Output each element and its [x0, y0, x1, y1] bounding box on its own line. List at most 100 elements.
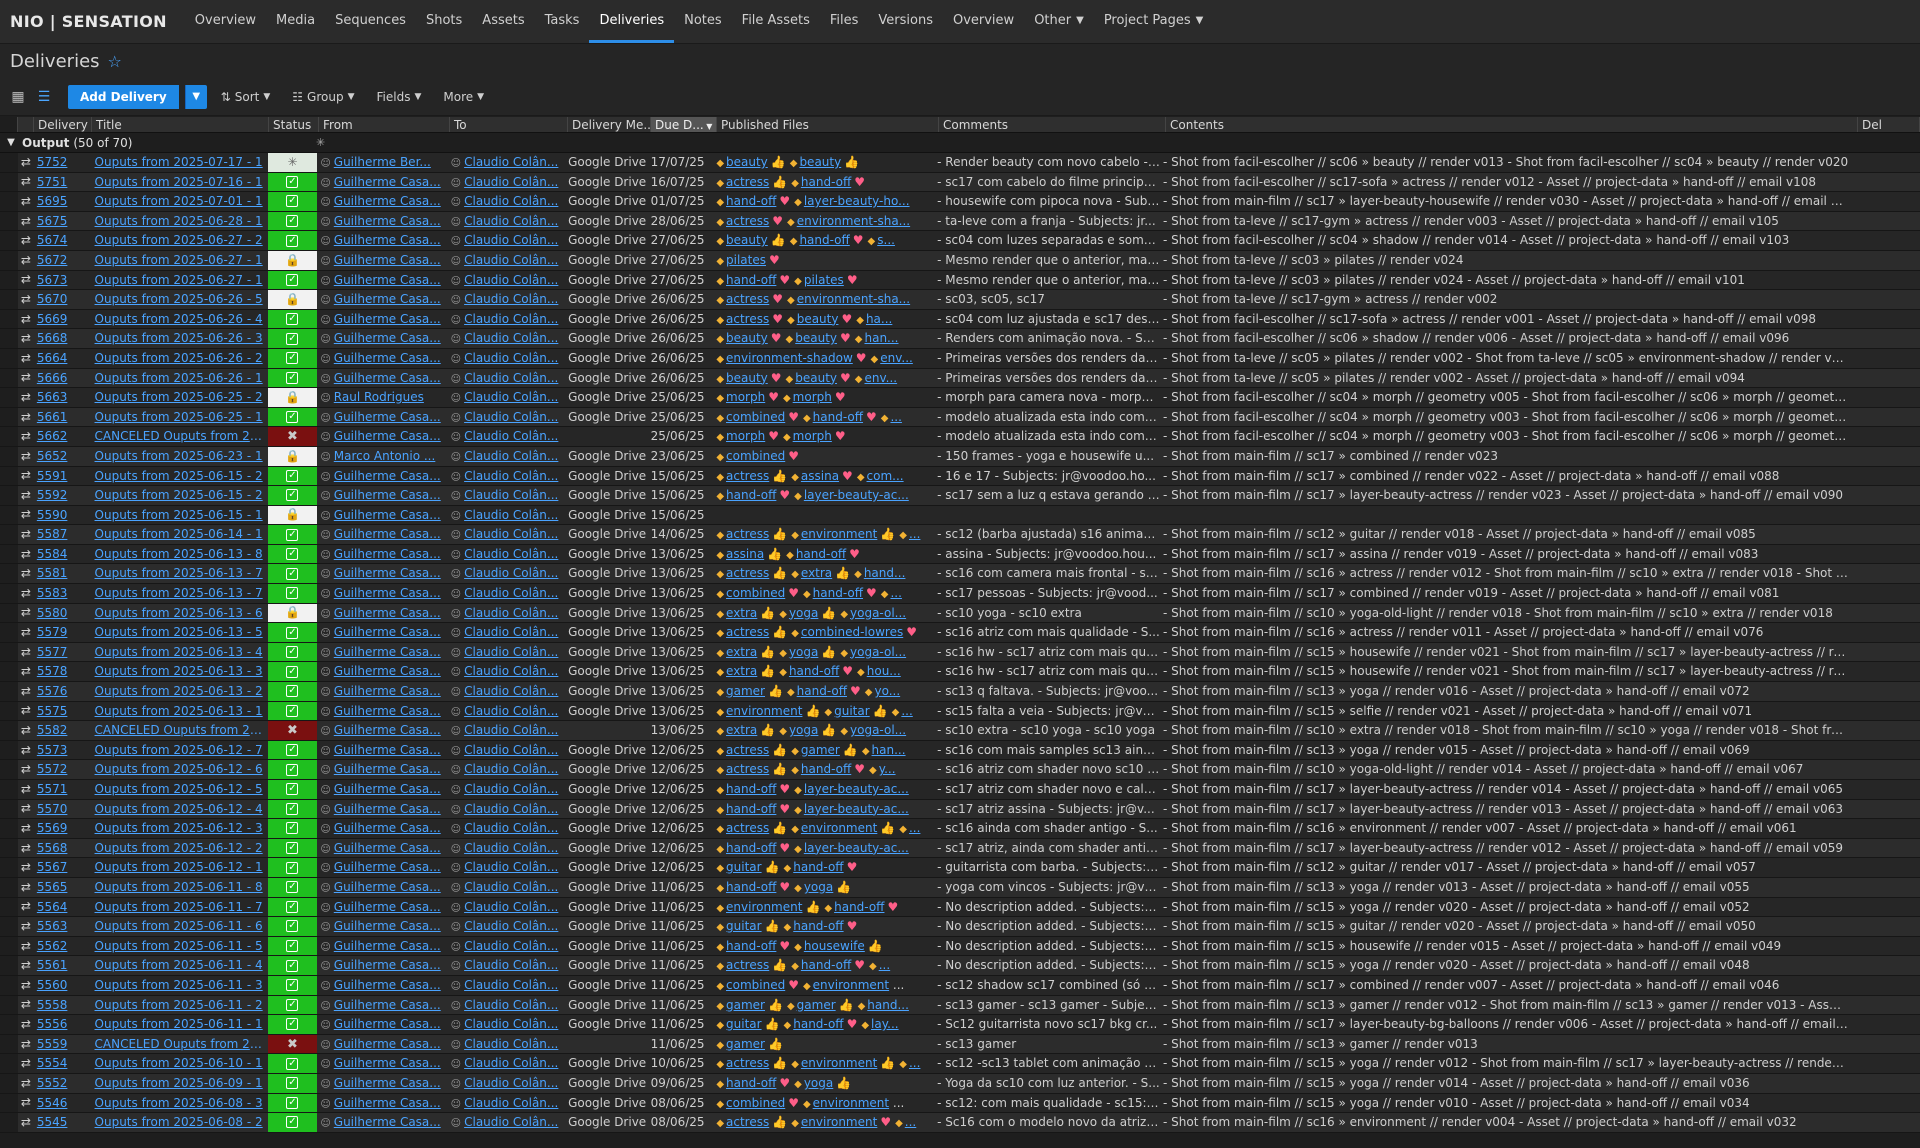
- row-select-cell[interactable]: [0, 348, 18, 368]
- from-user-link[interactable]: Guilherme Casa...: [320, 860, 441, 874]
- published-file-link[interactable]: yoga-ol...: [840, 645, 906, 659]
- published-file-link[interactable]: hand-off: [784, 860, 843, 874]
- nav-tab-notes[interactable]: Notes: [674, 0, 732, 43]
- delivery-link-icon[interactable]: ⇄: [18, 917, 34, 936]
- from-user-link[interactable]: Guilherme Casa...: [320, 782, 441, 796]
- from-user-link[interactable]: Guilherme Casa...: [320, 351, 441, 365]
- row-select-cell[interactable]: [0, 740, 18, 760]
- delivery-link-icon[interactable]: ⇄: [18, 447, 34, 466]
- to-user-link[interactable]: Claudio Colân...: [451, 175, 558, 189]
- delivery-id-link[interactable]: 5552: [34, 1074, 92, 1093]
- published-file-link[interactable]: hand...: [858, 998, 909, 1012]
- from-user-link[interactable]: Guilherme Casa...: [320, 429, 441, 443]
- row-select-cell[interactable]: [0, 250, 18, 270]
- published-file-link[interactable]: hand...: [854, 566, 906, 580]
- published-file-link[interactable]: yoga: [779, 606, 818, 620]
- from-user-link[interactable]: Guilherme Casa...: [320, 488, 441, 502]
- delivery-title-link[interactable]: CANCELED Ouputs from 20...: [92, 721, 268, 740]
- delivery-link-icon[interactable]: ⇄: [18, 662, 34, 681]
- delivery-id-link[interactable]: 5559: [34, 1035, 92, 1054]
- published-file-link[interactable]: actress: [716, 958, 769, 972]
- to-user-link[interactable]: Claudio Colân...: [451, 410, 558, 424]
- delivery-link-icon[interactable]: ⇄: [18, 682, 34, 701]
- column-header[interactable]: Published Files: [717, 117, 939, 132]
- status-cell[interactable]: ✓: [267, 1093, 318, 1113]
- published-file-link[interactable]: s...: [868, 233, 895, 247]
- table-row[interactable]: ⇄5562Ouputs from 2025-06-11 - 5 ✓ Guilherm…: [0, 936, 1920, 957]
- row-select-cell[interactable]: [0, 701, 18, 721]
- published-file-link[interactable]: gamer: [716, 684, 765, 698]
- status-cell[interactable]: ✓: [267, 1015, 318, 1034]
- published-file-link[interactable]: morph: [716, 390, 765, 404]
- published-file-link[interactable]: ...: [892, 704, 912, 718]
- from-user-link[interactable]: Guilherme Casa...: [320, 645, 441, 659]
- delivery-title-link[interactable]: Ouputs from 2025-06-12 - 3: [92, 819, 268, 838]
- delivery-link-icon[interactable]: ⇄: [18, 564, 34, 583]
- to-user-link[interactable]: Claudio Colân...: [451, 762, 558, 776]
- table-row[interactable]: ⇄5668Ouputs from 2025-06-26 - 3 ✓ Guilherm…: [0, 329, 1920, 349]
- table-row[interactable]: ⇄5669Ouputs from 2025-06-26 - 4 ✓ Guilherm…: [0, 309, 1920, 330]
- to-user-link[interactable]: Claudio Colân...: [451, 1037, 558, 1051]
- project-brand[interactable]: NIO | SENSATION: [10, 0, 167, 43]
- delivery-id-link[interactable]: 5561: [34, 956, 92, 975]
- row-select-cell[interactable]: [0, 838, 18, 858]
- to-user-link[interactable]: Claudio Colân...: [451, 978, 558, 992]
- row-select-cell[interactable]: [0, 466, 18, 486]
- delivery-link-icon[interactable]: ⇄: [18, 898, 34, 917]
- published-file-link[interactable]: guitar: [716, 1017, 762, 1031]
- published-file-link[interactable]: morph: [783, 429, 832, 443]
- from-user-link[interactable]: Guilherme Casa...: [320, 331, 441, 345]
- column-header[interactable]: Status: [269, 117, 319, 132]
- from-user-link[interactable]: Guilherme Casa...: [320, 723, 441, 737]
- row-select-cell[interactable]: [0, 446, 18, 466]
- status-cell[interactable]: ✓: [267, 564, 318, 584]
- row-select-cell[interactable]: [0, 270, 18, 290]
- table-row[interactable]: ⇄5571Ouputs from 2025-06-12 - 5 ✓ Guilherm…: [0, 780, 1920, 800]
- delivery-id-link[interactable]: 5664: [34, 349, 92, 368]
- published-file-link[interactable]: actress: [716, 1056, 769, 1070]
- table-row[interactable]: ⇄5670Ouputs from 2025-06-26 - 5 🔒 Guilherm…: [0, 290, 1920, 310]
- delivery-id-link[interactable]: 5663: [34, 388, 92, 407]
- table-row[interactable]: ⇄5590Ouputs from 2025-06-15 - 1 🔒 Guilherm…: [0, 505, 1920, 526]
- published-file-link[interactable]: hand-off: [787, 684, 847, 698]
- published-file-link[interactable]: gamer: [787, 998, 836, 1012]
- table-row[interactable]: ⇄5581Ouputs from 2025-06-13 - 7 ✓ Guilherm…: [0, 564, 1920, 585]
- delivery-link-icon[interactable]: ⇄: [18, 1113, 34, 1132]
- published-file-link[interactable]: actress: [716, 743, 769, 757]
- from-user-link[interactable]: Guilherme Casa...: [320, 175, 441, 189]
- table-row[interactable]: ⇄5663Ouputs from 2025-06-25 - 2 🔒 Raul Rod…: [0, 388, 1920, 408]
- more-menu[interactable]: More ▼: [435, 90, 492, 104]
- published-file-link[interactable]: hand-off: [716, 1076, 776, 1090]
- table-row[interactable]: ⇄5662CANCELED Ouputs from 20... ✖ Guilherm…: [0, 427, 1920, 447]
- to-user-link[interactable]: Claudio Colân...: [451, 292, 558, 306]
- delivery-link-icon[interactable]: ⇄: [18, 623, 34, 642]
- row-select-cell[interactable]: [0, 407, 18, 427]
- delivery-id-link[interactable]: 5579: [34, 623, 92, 642]
- from-user-link[interactable]: Guilherme Casa...: [320, 566, 441, 580]
- status-cell[interactable]: ✓: [267, 1054, 318, 1073]
- delivery-title-link[interactable]: Ouputs from 2025-06-11 - 7: [92, 898, 268, 917]
- table-row[interactable]: ⇄5552Ouputs from 2025-06-09 - 1 ✓ Guilherm…: [0, 1073, 1920, 1094]
- published-file-link[interactable]: hand-off: [716, 880, 776, 894]
- to-user-link[interactable]: Claudio Colân...: [451, 664, 558, 678]
- published-file-link[interactable]: actress: [716, 566, 769, 580]
- delivery-title-link[interactable]: Ouputs from 2025-06-11 - 6: [92, 917, 268, 936]
- column-header[interactable]: Delivery #: [34, 117, 92, 132]
- delivery-id-link[interactable]: 5581: [34, 564, 92, 583]
- delivery-id-link[interactable]: 5575: [34, 702, 92, 721]
- status-cell[interactable]: ✓: [267, 838, 318, 858]
- to-user-link[interactable]: Claudio Colân...: [451, 1076, 558, 1090]
- delivery-title-link[interactable]: Ouputs from 2025-06-26 - 2: [92, 349, 268, 368]
- delivery-title-link[interactable]: Ouputs from 2025-06-26 - 5: [92, 290, 268, 309]
- to-user-link[interactable]: Claudio Colân...: [451, 958, 558, 972]
- delivery-id-link[interactable]: 5666: [34, 369, 92, 388]
- table-row[interactable]: ⇄5672Ouputs from 2025-06-27 - 1 🔒 Guilherm…: [0, 250, 1920, 271]
- table-row[interactable]: ⇄5674Ouputs from 2025-06-27 - 2 ✓ Guilherm…: [0, 231, 1920, 251]
- published-file-link[interactable]: hand-off: [791, 762, 851, 776]
- delivery-link-icon[interactable]: ⇄: [18, 467, 34, 486]
- row-select-cell[interactable]: [0, 153, 18, 172]
- from-user-link[interactable]: Guilherme Casa...: [320, 841, 441, 855]
- add-delivery-dropdown-icon[interactable]: ▼: [184, 84, 207, 109]
- published-file-link[interactable]: beauty: [787, 312, 839, 326]
- row-select-cell[interactable]: [0, 1034, 18, 1054]
